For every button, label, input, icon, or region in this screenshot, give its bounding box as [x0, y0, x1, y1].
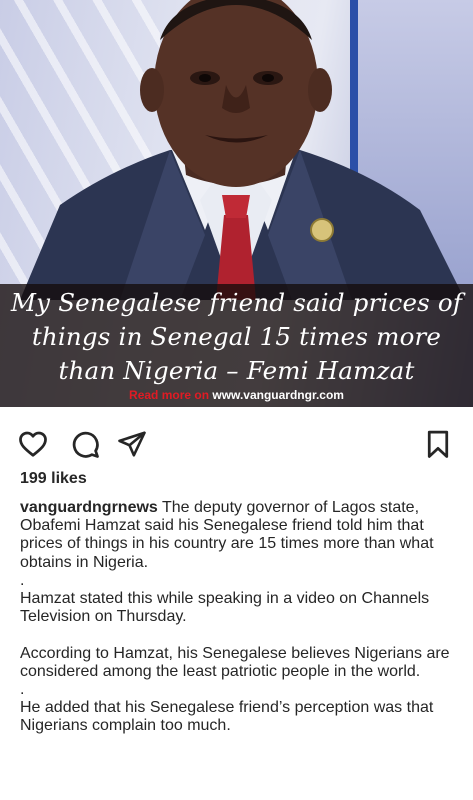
paper-plane-icon[interactable] — [117, 429, 147, 459]
read-more-line: Read more on www.vanguardngr.com — [0, 388, 473, 402]
caption-paragraph-1: vanguardngrnews The deputy governor of L… — [20, 499, 460, 572]
comment-bubble-icon[interactable] — [70, 429, 100, 459]
man-in-suit-photo — [20, 0, 465, 300]
post-action-bar — [0, 407, 473, 467]
caption-dot-2: . — [20, 681, 25, 698]
caption-paragraph-3: According to Hamzat, his Senegalese beli… — [20, 644, 450, 680]
post-image[interactable]: My Senegalese friend said prices of thin… — [0, 0, 473, 407]
like-count[interactable]: 199 likes — [20, 470, 87, 488]
caption-paragraph-4: He added that his Senegalese friend’s pe… — [20, 699, 434, 735]
caption-overlay-text: My Senegalese friend said prices of thin… — [10, 288, 463, 385]
post-caption: vanguardngrnews The deputy governor of L… — [20, 499, 460, 736]
caption-paragraph-2: Hamzat stated this while speaking in a v… — [20, 590, 430, 626]
read-more-prefix: Read more on — [129, 388, 210, 402]
bookmark-outline-icon[interactable] — [423, 429, 453, 459]
author-username[interactable]: vanguardngrnews — [20, 499, 158, 516]
heart-outline-icon[interactable] — [18, 429, 48, 459]
caption-dot-1: . — [20, 571, 25, 589]
read-more-url: www.vanguardngr.com — [212, 388, 344, 402]
